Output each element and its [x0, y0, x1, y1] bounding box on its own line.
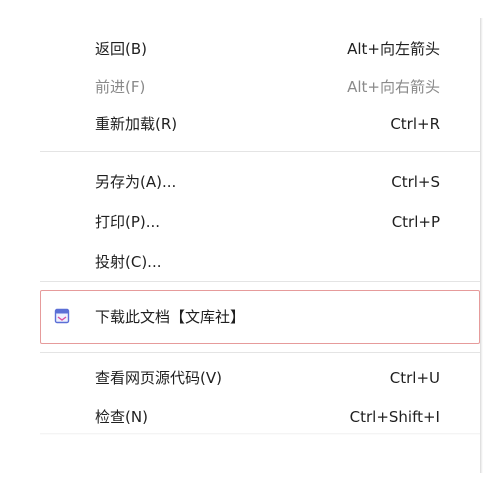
menu-shadow — [40, 433, 480, 435]
context-menu: 返回(B) Alt+向左箭头 前进(F) Alt+向右箭头 重新加载(R) Ct… — [40, 18, 480, 433]
menu-item-view-source[interactable]: 查看网页源代码(V) Ctrl+U — [40, 360, 480, 396]
menu-item-print[interactable]: 打印(P)... Ctrl+P — [40, 204, 480, 240]
document-download-icon — [54, 308, 70, 324]
menu-item-shortcut: Ctrl+R — [390, 115, 440, 133]
menu-item-reload[interactable]: 重新加载(R) Ctrl+R — [40, 106, 480, 142]
menu-item-save-as[interactable]: 另存为(A)... Ctrl+S — [40, 164, 480, 200]
menu-item-label: 打印(P)... — [95, 213, 161, 231]
menu-item-label: 下载此文档【文库社】 — [95, 308, 246, 326]
menu-item-shortcut: Ctrl+U — [389, 369, 440, 387]
menu-item-shortcut: Ctrl+Shift+I — [349, 408, 440, 426]
menu-item-shortcut: Ctrl+P — [391, 213, 440, 231]
menu-item-forward: 前进(F) Alt+向右箭头 — [40, 69, 480, 105]
menu-item-label: 检查(N) — [95, 408, 148, 426]
menu-item-shortcut: Alt+向右箭头 — [347, 78, 440, 96]
menu-separator — [40, 281, 480, 282]
menu-separator — [40, 352, 480, 353]
menu-item-shortcut: Alt+向左箭头 — [347, 40, 440, 58]
menu-shadow — [480, 18, 483, 473]
menu-separator — [40, 151, 480, 152]
menu-item-label: 返回(B) — [95, 40, 147, 58]
menu-item-label: 前进(F) — [95, 78, 146, 96]
menu-item-label: 另存为(A)... — [95, 173, 177, 191]
menu-item-download-document[interactable]: 下载此文档【文库社】 — [40, 290, 480, 344]
menu-item-label: 投射(C)... — [95, 253, 162, 271]
menu-item-shortcut: Ctrl+S — [391, 173, 440, 191]
menu-item-label: 重新加载(R) — [95, 115, 178, 133]
menu-item-cast[interactable]: 投射(C)... — [40, 244, 480, 280]
menu-item-back[interactable]: 返回(B) Alt+向左箭头 — [40, 31, 480, 67]
menu-item-label: 查看网页源代码(V) — [95, 369, 222, 387]
menu-item-inspect[interactable]: 检查(N) Ctrl+Shift+I — [40, 399, 480, 435]
